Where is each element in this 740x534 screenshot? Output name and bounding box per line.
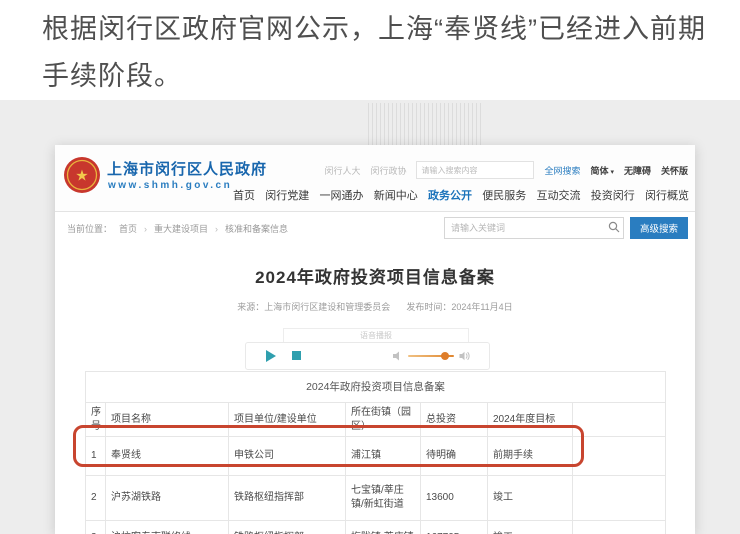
table-caption-row: 2024年政府投资项目信息备案	[84, 371, 667, 403]
cell-index: 1	[85, 436, 106, 476]
barcode-decoration	[368, 103, 483, 149]
link-renda[interactable]: 闵行人大	[324, 164, 360, 177]
nav-party[interactable]: 闵行党建	[265, 187, 309, 203]
language-selector[interactable]: 简体 ▾	[590, 164, 613, 177]
article-source: 来源：上海市闵行区建设和管理委员会	[237, 302, 391, 312]
col-town: 所在街镇（园区）	[345, 402, 421, 437]
cell-unit: 铁路枢纽指挥部	[228, 520, 346, 534]
volume-slider-thumb[interactable]	[441, 352, 449, 360]
play-icon[interactable]	[266, 350, 276, 362]
article-line-2: 手续阶段。	[42, 61, 182, 91]
nav-overview[interactable]: 闵行概览	[645, 187, 689, 203]
page-background: ★ 上海市闵行区人民政府 www.shmh.gov.cn 闵行人大 闵行政协 全…	[0, 100, 740, 534]
article-publish-date: 发布时间：2024年11月4日	[406, 302, 513, 312]
cell-town: 浦江镇	[345, 436, 421, 476]
search-icon[interactable]	[608, 221, 620, 233]
cell-project-name: 沪杭客专南联络线	[105, 520, 229, 534]
col-2024-target: 2024年度目标	[487, 402, 573, 437]
keyword-search-input[interactable]	[443, 217, 624, 239]
article-line-1: 根据闵行区政府官网公示，上海“奉贤线”已经进入前期	[42, 14, 706, 44]
site-search-button[interactable]: 全网搜索	[544, 164, 580, 177]
col-investment: 总投资	[420, 402, 488, 437]
cell-project-name: 奉贤线	[105, 436, 229, 476]
nav-services[interactable]: 一网通办	[320, 187, 364, 203]
site-header: ★ 上海市闵行区人民政府 www.shmh.gov.cn 闵行人大 闵行政协 全…	[55, 145, 695, 212]
breadcrumb-separator: ›	[144, 223, 148, 234]
stop-icon[interactable]	[292, 351, 301, 360]
site-name: 上海市闵行区人民政府	[107, 161, 268, 178]
nav-interaction[interactable]: 互动交流	[537, 187, 581, 203]
main-nav: 首页 闵行党建 一网通办 新闻中心 政务公开 便民服务 互动交流 投资闵行 闵行…	[233, 187, 689, 203]
site-search-input[interactable]	[416, 161, 535, 179]
keyword-search-group: 高级搜索	[443, 217, 688, 239]
col-unit: 项目单位/建设单位	[228, 402, 346, 437]
article-meta: 来源：上海市闵行区建设和管理委员会 发布时间：2024年11月4日	[55, 300, 695, 313]
nav-convenience[interactable]: 便民服务	[482, 187, 526, 203]
volume-high-icon	[459, 351, 470, 361]
nav-invest[interactable]: 投资闵行	[591, 187, 635, 203]
table-row-huhang-link: 3 沪杭客专南联络线 铁路枢纽指挥部 梅陇镇 莘庄镇 167705 竣工	[85, 520, 667, 534]
breadcrumb-prefix: 当前位置：	[67, 224, 113, 234]
advanced-search-button[interactable]: 高级搜索	[629, 217, 688, 239]
cell-index: 2	[85, 475, 106, 521]
breadcrumb-filing-info[interactable]: 核准和备案信息	[225, 222, 288, 235]
article-intro: 根据闵行区政府官网公示，上海“奉贤线”已经进入前期 手续阶段。	[42, 6, 712, 100]
table-header-row: 序号 项目名称 项目单位/建设单位 所在街镇（园区） 总投资 2024年度目标	[85, 402, 667, 437]
breadcrumb-home[interactable]: 首页	[119, 222, 137, 235]
col-project-name: 项目名称	[105, 402, 229, 437]
cell-target: 前期手续	[487, 436, 573, 476]
nav-news[interactable]: 新闻中心	[374, 187, 418, 203]
breadcrumb: 当前位置： 首页 › 重大建设项目 › 核准和备案信息	[67, 222, 288, 235]
screenshot-root: 根据闵行区政府官网公示，上海“奉贤线”已经进入前期 手续阶段。 ★ 上海市闵行区…	[0, 0, 740, 534]
breadcrumb-major-projects[interactable]: 重大建设项目	[154, 222, 208, 235]
site-url: www.shmh.gov.cn	[108, 180, 233, 191]
website-screenshot: ★ 上海市闵行区人民政府 www.shmh.gov.cn 闵行人大 闵行政协 全…	[55, 145, 695, 534]
nav-home[interactable]: 首页	[233, 187, 255, 203]
page-title: 2024年政府投资项目信息备案	[255, 268, 495, 287]
cell-project-name: 沪苏湖铁路	[105, 475, 229, 521]
link-zhengxie[interactable]: 闵行政协	[370, 164, 406, 177]
header-utility-bar: 闵行人大 闵行政协 全网搜索 简体 ▾ 无障碍 关怀版	[324, 161, 688, 179]
table-row-fengxian-line: 1 奉贤线 申铁公司 浦江镇 待明确 前期手续	[85, 436, 667, 476]
col-index: 序号	[85, 402, 106, 437]
cell-investment: 13600	[420, 475, 488, 521]
cell-town: 七宝镇/莘庄镇/新虹街道	[345, 475, 421, 521]
audio-player-label: 语音播报	[283, 328, 469, 343]
col-extra	[571, 402, 667, 437]
care-mode-button[interactable]: 关怀版	[661, 164, 688, 177]
volume-low-icon	[393, 351, 399, 361]
national-emblem-icon: ★	[64, 157, 100, 193]
accessibility-button[interactable]: 无障碍	[624, 164, 651, 177]
cell-town: 梅陇镇 莘庄镇	[345, 520, 421, 534]
cell-investment: 167705	[420, 520, 488, 534]
cell-index: 3	[85, 520, 106, 534]
cell-unit: 申铁公司	[228, 436, 346, 476]
cell-target: 竣工	[487, 475, 573, 521]
audio-player	[245, 342, 490, 370]
breadcrumb-separator: ›	[215, 223, 219, 234]
cell-investment: 待明确	[420, 436, 488, 476]
table-caption: 2024年政府投资项目信息备案	[84, 371, 667, 403]
table-row-husuhu-railway: 2 沪苏湖铁路 铁路枢纽指挥部 七宝镇/莘庄镇/新虹街道 13600 竣工	[85, 475, 667, 521]
cell-target: 竣工	[487, 520, 573, 534]
breadcrumb-row: 当前位置： 首页 › 重大建设项目 › 核准和备案信息 高级搜	[55, 212, 695, 244]
cell-unit: 铁路枢纽指挥部	[228, 475, 346, 521]
nav-gov-info[interactable]: 政务公开	[428, 187, 472, 203]
projects-table: 2024年政府投资项目信息备案 序号 项目名称 项目单位/建设单位 所在街镇（园…	[84, 371, 667, 534]
svg-text:★: ★	[75, 168, 88, 185]
volume-slider[interactable]	[408, 352, 454, 360]
